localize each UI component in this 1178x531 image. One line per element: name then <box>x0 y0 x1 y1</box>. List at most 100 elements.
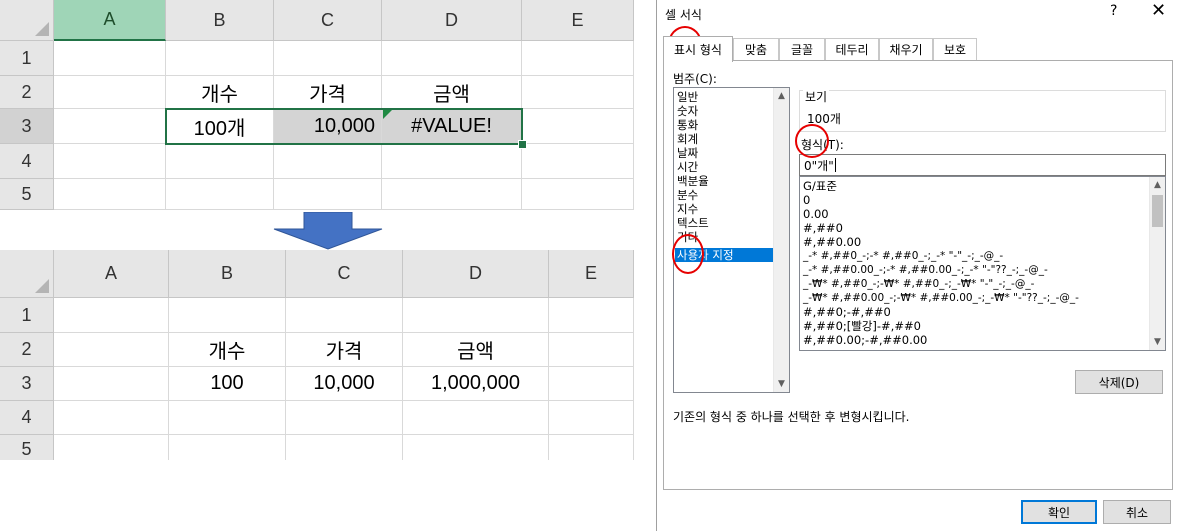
column-header-d[interactable]: D <box>382 0 522 41</box>
cell[interactable] <box>54 367 169 401</box>
cell-b3[interactable]: 100 <box>169 367 286 401</box>
column-header-a[interactable]: A <box>54 250 169 298</box>
cell[interactable] <box>382 144 522 179</box>
cell[interactable] <box>286 298 403 333</box>
cell[interactable] <box>286 401 403 435</box>
category-fraction[interactable]: 분수 <box>677 188 698 202</box>
cell[interactable] <box>54 41 166 76</box>
tab-alignment[interactable]: 맞춤 <box>733 38 779 60</box>
cell[interactable] <box>403 435 549 460</box>
category-list[interactable]: 일반 숫자 통화 회계 날짜 시간 백분율 분수 지수 텍스트 기타 사용자 지… <box>673 87 790 393</box>
cell[interactable] <box>169 401 286 435</box>
cancel-button[interactable]: 취소 <box>1103 500 1171 524</box>
format-item[interactable]: #,##0 <box>803 221 843 235</box>
category-currency[interactable]: 통화 <box>677 118 698 132</box>
cell[interactable] <box>54 76 166 109</box>
format-item[interactable]: _-₩* #,##0_-;-₩* #,##0_-;_-₩* "-"_-;_-@_… <box>803 277 1034 291</box>
format-scrollbar[interactable]: ▲ ▼ <box>1149 177 1165 350</box>
cell[interactable] <box>169 298 286 333</box>
cell[interactable] <box>54 401 169 435</box>
row-header-1[interactable]: 1 <box>0 41 54 76</box>
format-item[interactable]: 0.00 <box>803 207 829 221</box>
cell[interactable] <box>166 179 274 210</box>
category-special[interactable]: 기타 <box>677 230 698 244</box>
format-code-input[interactable]: 0"개" <box>799 154 1166 176</box>
cell[interactable] <box>166 144 274 179</box>
row-header-4[interactable]: 4 <box>0 144 54 179</box>
category-scrollbar[interactable]: ▲ ▼ <box>773 88 789 392</box>
cell[interactable] <box>549 435 634 460</box>
cell-c2[interactable]: 가격 <box>274 76 382 109</box>
row-header-5[interactable]: 5 <box>0 435 54 460</box>
cell[interactable] <box>382 179 522 210</box>
row-header-4[interactable]: 4 <box>0 401 54 435</box>
format-item[interactable]: #,##0;-#,##0 <box>803 305 891 319</box>
scroll-down-icon[interactable]: ▼ <box>1150 334 1165 350</box>
column-header-b[interactable]: B <box>169 250 286 298</box>
cell[interactable] <box>549 401 634 435</box>
format-item[interactable]: #,##0.00 <box>803 235 861 249</box>
cell[interactable] <box>549 367 634 401</box>
cell[interactable] <box>549 298 634 333</box>
cell[interactable] <box>54 333 169 367</box>
tab-border[interactable]: 테두리 <box>825 38 879 60</box>
format-item[interactable]: #,##0;[빨강]-#,##0 <box>803 319 921 333</box>
cell[interactable] <box>382 41 522 76</box>
column-header-e[interactable]: E <box>549 250 634 298</box>
cell-c3[interactable]: 10,000 <box>286 367 403 401</box>
cell[interactable] <box>166 41 274 76</box>
scroll-up-icon[interactable]: ▲ <box>1150 177 1165 193</box>
cell-d3-error[interactable]: #VALUE! <box>382 109 522 144</box>
fill-handle[interactable] <box>518 140 527 149</box>
format-item[interactable]: _-* #,##0_-;-* #,##0_-;_-* "-"_-;_-@_- <box>803 249 1003 263</box>
cell[interactable] <box>522 179 634 210</box>
ok-button[interactable]: 확인 <box>1021 500 1097 524</box>
cell[interactable] <box>522 144 634 179</box>
cell-b2[interactable]: 개수 <box>169 333 286 367</box>
cell[interactable] <box>54 179 166 210</box>
row-header-2[interactable]: 2 <box>0 333 54 367</box>
format-item[interactable]: _-₩* #,##0.00_-;-₩* #,##0.00_-;_-₩* "-"?… <box>803 291 1079 305</box>
format-item[interactable]: G/표준 <box>803 179 837 193</box>
cell[interactable] <box>169 435 286 460</box>
category-scientific[interactable]: 지수 <box>677 202 698 216</box>
cell[interactable] <box>522 109 634 144</box>
cell-d2[interactable]: 금액 <box>382 76 522 109</box>
tab-fill[interactable]: 채우기 <box>879 38 933 60</box>
row-header-3[interactable]: 3 <box>0 109 54 144</box>
category-date[interactable]: 날짜 <box>677 146 698 160</box>
cell[interactable] <box>522 76 634 109</box>
cell[interactable] <box>274 144 382 179</box>
cell[interactable] <box>54 109 166 144</box>
category-accounting[interactable]: 회계 <box>677 132 698 146</box>
cell[interactable] <box>54 298 169 333</box>
cell[interactable] <box>274 179 382 210</box>
tab-protection[interactable]: 보호 <box>933 38 977 60</box>
cell-b3[interactable]: 100개 <box>166 109 274 144</box>
scroll-up-icon[interactable]: ▲ <box>774 88 789 104</box>
delete-button[interactable]: 삭제(D) <box>1075 370 1163 394</box>
cell[interactable] <box>522 41 634 76</box>
category-general[interactable]: 일반 <box>677 90 698 104</box>
cell[interactable] <box>286 435 403 460</box>
tab-font[interactable]: 글꼴 <box>779 38 825 60</box>
format-code-list[interactable]: G/표준 0 0.00 #,##0 #,##0.00 _-* #,##0_-;-… <box>799 176 1166 351</box>
row-header-1[interactable]: 1 <box>0 298 54 333</box>
cell-b2[interactable]: 개수 <box>166 76 274 109</box>
cell[interactable] <box>274 41 382 76</box>
close-button[interactable]: ✕ <box>1151 0 1166 21</box>
category-custom[interactable]: 사용자 지정 <box>675 248 774 262</box>
scroll-thumb[interactable] <box>1152 195 1163 227</box>
category-percentage[interactable]: 백분율 <box>677 174 709 188</box>
row-header-5[interactable]: 5 <box>0 179 54 210</box>
cell[interactable] <box>549 333 634 367</box>
row-header-2[interactable]: 2 <box>0 76 54 109</box>
column-header-c[interactable]: C <box>286 250 403 298</box>
format-item[interactable]: 0 <box>803 193 810 207</box>
select-all-corner[interactable] <box>0 250 54 298</box>
column-header-b[interactable]: B <box>166 0 274 41</box>
cell-d2[interactable]: 금액 <box>403 333 549 367</box>
select-all-corner[interactable] <box>0 0 54 41</box>
cell[interactable] <box>54 144 166 179</box>
row-header-3[interactable]: 3 <box>0 367 54 401</box>
